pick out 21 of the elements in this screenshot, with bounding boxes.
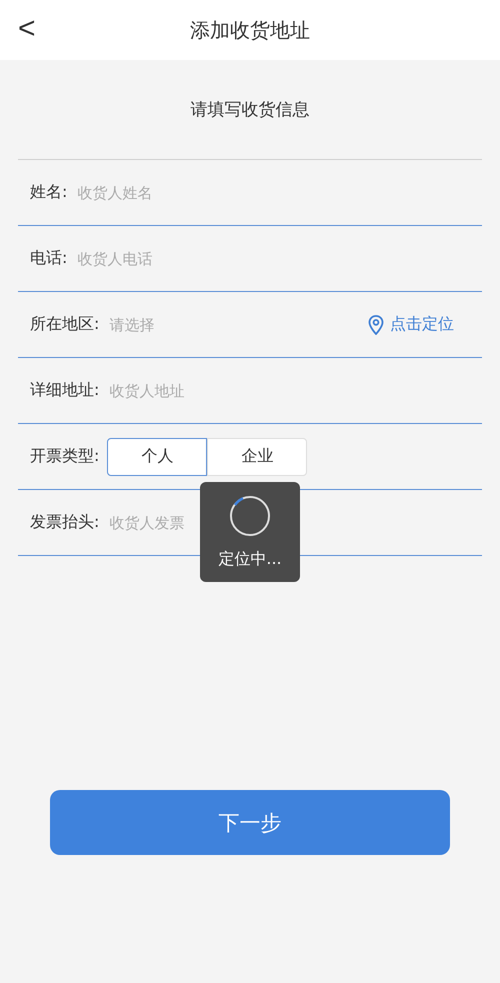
field-label: 开票类型: bbox=[30, 446, 100, 467]
invoice-type-option[interactable]: 个人 bbox=[107, 438, 208, 476]
next-button[interactable]: 下一步 bbox=[50, 790, 450, 855]
locate-button[interactable]: 点击定位 bbox=[362, 313, 460, 336]
section-title: 请填写收货信息 bbox=[190, 99, 310, 122]
text-field[interactable]: 收货人姓名 bbox=[75, 182, 482, 202]
field-label: 电话: bbox=[30, 248, 68, 269]
page-title: 添加收货地址 bbox=[190, 16, 310, 44]
location-pin-icon bbox=[368, 314, 384, 334]
back-button[interactable]: < bbox=[14, 12, 40, 46]
field-label: 发票抬头: bbox=[30, 512, 100, 533]
toast-text: 定位中... bbox=[218, 548, 282, 570]
text-field[interactable]: 收货人发票 bbox=[107, 512, 482, 532]
invoice-type-option[interactable]: 企业 bbox=[207, 438, 308, 476]
select-field[interactable]: 请选择 bbox=[107, 314, 362, 334]
spinner-icon bbox=[229, 494, 271, 536]
text-field[interactable]: 收货人地址 bbox=[107, 380, 482, 400]
field-label: 姓名: bbox=[30, 182, 68, 203]
field-label: 所在地区: bbox=[30, 314, 100, 335]
field-label: 详细地址: bbox=[30, 380, 100, 401]
text-field[interactable]: 收货人电话 bbox=[75, 248, 482, 268]
